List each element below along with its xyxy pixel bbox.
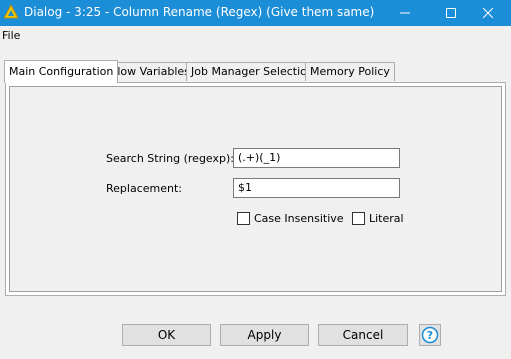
close-icon	[483, 8, 493, 18]
help-icon: ?	[421, 326, 439, 344]
literal-label: Literal	[369, 212, 404, 225]
replacement-input[interactable]: $1	[233, 178, 400, 198]
minimize-button[interactable]	[382, 0, 428, 26]
tab-bar: Main Configuration Flow Variables Job Ma…	[0, 60, 511, 83]
minimize-icon	[400, 12, 410, 14]
window-title: Dialog - 3:25 - Column Rename (Regex) (G…	[24, 5, 375, 19]
case-insensitive-checkbox[interactable]: Case Insensitive	[237, 212, 344, 225]
close-button[interactable]	[465, 0, 511, 26]
help-glyph: ?	[427, 329, 433, 342]
tab-memory-policy[interactable]: Memory Policy	[305, 62, 395, 81]
case-insensitive-label: Case Insensitive	[254, 212, 344, 225]
literal-checkbox[interactable]: Literal	[352, 212, 404, 225]
help-button[interactable]: ?	[419, 324, 441, 346]
title-bar: Dialog - 3:25 - Column Rename (Regex) (G…	[0, 0, 511, 26]
menu-bar: File	[0, 26, 511, 46]
tab-job-manager-selection[interactable]: Job Manager Selection	[186, 62, 319, 81]
ok-button[interactable]: OK	[122, 324, 211, 346]
maximize-icon	[446, 8, 456, 18]
replacement-label: Replacement:	[106, 182, 182, 195]
tab-flow-variables[interactable]: Flow Variables	[106, 62, 195, 81]
tab-main-configuration[interactable]: Main Configuration	[4, 60, 119, 83]
checkbox-box	[352, 212, 365, 225]
menu-file[interactable]: File	[2, 29, 20, 42]
search-string-label: Search String (regexp):	[106, 152, 234, 165]
apply-button[interactable]: Apply	[220, 324, 309, 346]
knime-app-icon	[3, 4, 19, 19]
search-string-input[interactable]: (.+)(_1)	[233, 148, 400, 168]
cancel-button[interactable]: Cancel	[318, 324, 408, 346]
checkbox-box	[237, 212, 250, 225]
